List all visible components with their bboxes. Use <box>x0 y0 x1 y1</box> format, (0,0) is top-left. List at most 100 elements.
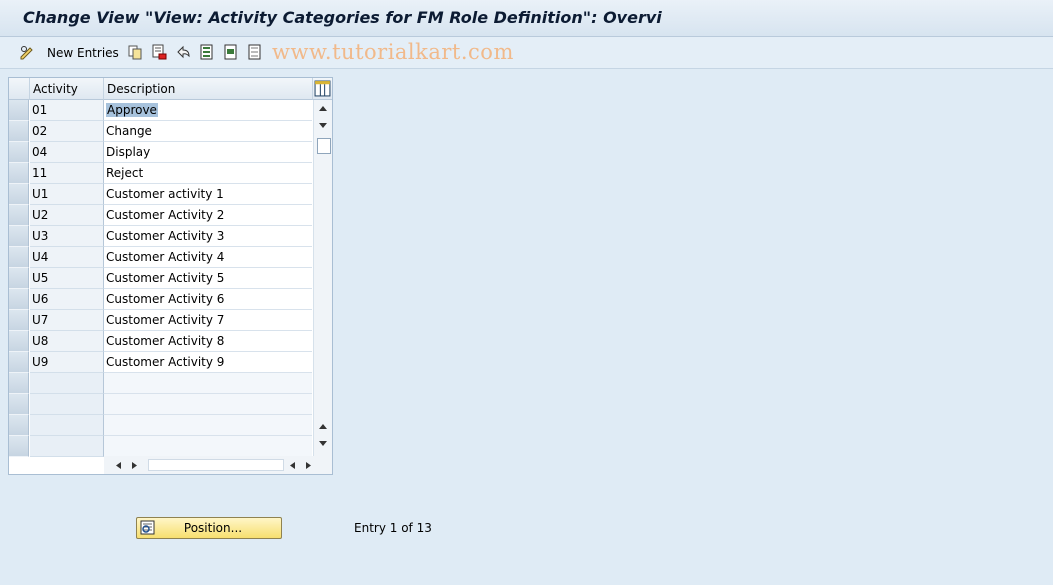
description-cell[interactable]: Change <box>104 121 312 142</box>
activity-cell: U3 <box>30 226 104 247</box>
row-selector[interactable] <box>9 247 29 268</box>
delete-icon[interactable] <box>151 44 167 60</box>
row-selector[interactable] <box>9 331 29 352</box>
activity-code: U7 <box>32 313 49 327</box>
row-selector[interactable] <box>9 394 29 415</box>
activity-header-label: Activity <box>33 82 78 96</box>
activity-cell: U1 <box>30 184 104 205</box>
entry-counter: Entry 1 of 13 <box>354 521 432 535</box>
row-selector[interactable] <box>9 100 29 121</box>
row-selector[interactable] <box>9 142 29 163</box>
horizontal-scrollbar[interactable] <box>104 456 332 474</box>
description-cell[interactable] <box>104 373 312 394</box>
row-selector[interactable] <box>9 226 29 247</box>
description-cell[interactable] <box>104 394 312 415</box>
description-text: Customer Activity 4 <box>106 250 225 264</box>
activity-cell: U8 <box>30 331 104 352</box>
row-selector[interactable] <box>9 121 29 142</box>
row-selector[interactable] <box>9 436 29 457</box>
title-bar: Change View "View: Activity Categories f… <box>0 0 1053 37</box>
activity-cell: U2 <box>30 205 104 226</box>
row-selector[interactable] <box>9 268 29 289</box>
activity-code: U8 <box>32 334 49 348</box>
description-text: Customer Activity 9 <box>106 355 225 369</box>
description-text: Display <box>106 145 151 159</box>
table-settings-icon <box>314 80 331 97</box>
description-cell[interactable]: Customer Activity 5 <box>104 268 312 289</box>
pencil-glasses-icon[interactable] <box>19 44 35 60</box>
new-entries-button[interactable]: New Entries <box>47 44 119 62</box>
select-block-icon[interactable] <box>223 44 239 60</box>
activity-cell: 02 <box>30 121 104 142</box>
activity-cell: U4 <box>30 247 104 268</box>
description-text: Customer Activity 7 <box>106 313 225 327</box>
new-entries-label: New Entries <box>47 46 119 60</box>
column-header-description[interactable]: Description <box>104 78 313 100</box>
deselect-all-icon[interactable] <box>247 44 263 60</box>
scroll-up-icon[interactable] <box>318 104 328 112</box>
description-text: Customer Activity 8 <box>106 334 225 348</box>
column-header-activity[interactable]: Activity <box>30 78 104 100</box>
row-selector[interactable] <box>9 184 29 205</box>
scroll-right-icon[interactable] <box>131 461 139 470</box>
position-button[interactable]: Position... <box>136 517 282 539</box>
table-settings-button[interactable] <box>313 78 332 100</box>
copy-icon[interactable] <box>127 44 143 60</box>
row-selector[interactable] <box>9 205 29 226</box>
row-selector[interactable] <box>9 415 29 436</box>
description-cell[interactable]: Customer activity 1 <box>104 184 312 205</box>
undo-icon[interactable] <box>175 44 191 60</box>
activity-code: U4 <box>32 250 49 264</box>
position-icon <box>140 520 155 535</box>
activity-cell[interactable] <box>30 415 104 436</box>
activity-cell[interactable] <box>30 373 104 394</box>
description-cell[interactable]: Customer Activity 9 <box>104 352 312 373</box>
description-cell[interactable] <box>104 436 312 457</box>
row-selector[interactable] <box>9 352 29 373</box>
activity-cell[interactable] <box>30 436 104 457</box>
activity-code: U9 <box>32 355 49 369</box>
vertical-scrollbar[interactable] <box>313 100 332 456</box>
scroll-right-icon[interactable] <box>305 461 313 470</box>
row-selector[interactable] <box>9 373 29 394</box>
scroll-left-icon[interactable] <box>288 461 296 470</box>
row-selector-header[interactable] <box>9 78 30 100</box>
description-cell[interactable]: Customer Activity 7 <box>104 310 312 331</box>
scroll-page-up-icon[interactable] <box>318 422 328 430</box>
activity-code: 02 <box>32 124 48 138</box>
activity-code: U1 <box>32 187 49 201</box>
description-cell[interactable]: Customer Activity 3 <box>104 226 312 247</box>
select-all-icon[interactable] <box>199 44 215 60</box>
scroll-page-down-icon[interactable] <box>318 440 328 448</box>
description-cell[interactable]: Customer Activity 2 <box>104 205 312 226</box>
row-selector[interactable] <box>9 163 29 184</box>
activity-code: U6 <box>32 292 49 306</box>
application-toolbar: New Entries <box>0 37 1053 69</box>
scroll-left-icon[interactable] <box>114 461 122 470</box>
activity-cell: U6 <box>30 289 104 310</box>
description-cell[interactable]: Approve <box>104 100 312 121</box>
description-text: Customer Activity 6 <box>106 292 225 306</box>
description-text: Reject <box>106 166 144 180</box>
description-text: Customer Activity 2 <box>106 208 225 222</box>
description-cell[interactable]: Customer Activity 6 <box>104 289 312 310</box>
description-cell[interactable] <box>104 415 312 436</box>
activity-code: 04 <box>32 145 48 159</box>
activity-cell: U9 <box>30 352 104 373</box>
horizontal-scroll-track[interactable] <box>148 459 284 471</box>
scroll-thumb[interactable] <box>317 138 331 154</box>
row-selector[interactable] <box>9 289 29 310</box>
table-control: Activity Description 01 Approve 02 Change 04… <box>8 77 333 475</box>
activity-code: U5 <box>32 271 49 285</box>
activity-cell[interactable] <box>30 394 104 415</box>
description-cell[interactable]: Display <box>104 142 312 163</box>
activity-code: 11 <box>32 166 48 180</box>
activity-cell: 01 <box>30 100 104 121</box>
row-selector[interactable] <box>9 310 29 331</box>
scroll-down-icon[interactable] <box>318 122 328 130</box>
description-text: Customer Activity 3 <box>106 229 225 243</box>
activity-code: U2 <box>32 208 49 222</box>
description-cell[interactable]: Customer Activity 4 <box>104 247 312 268</box>
description-cell[interactable]: Reject <box>104 163 312 184</box>
description-cell[interactable]: Customer Activity 8 <box>104 331 312 352</box>
